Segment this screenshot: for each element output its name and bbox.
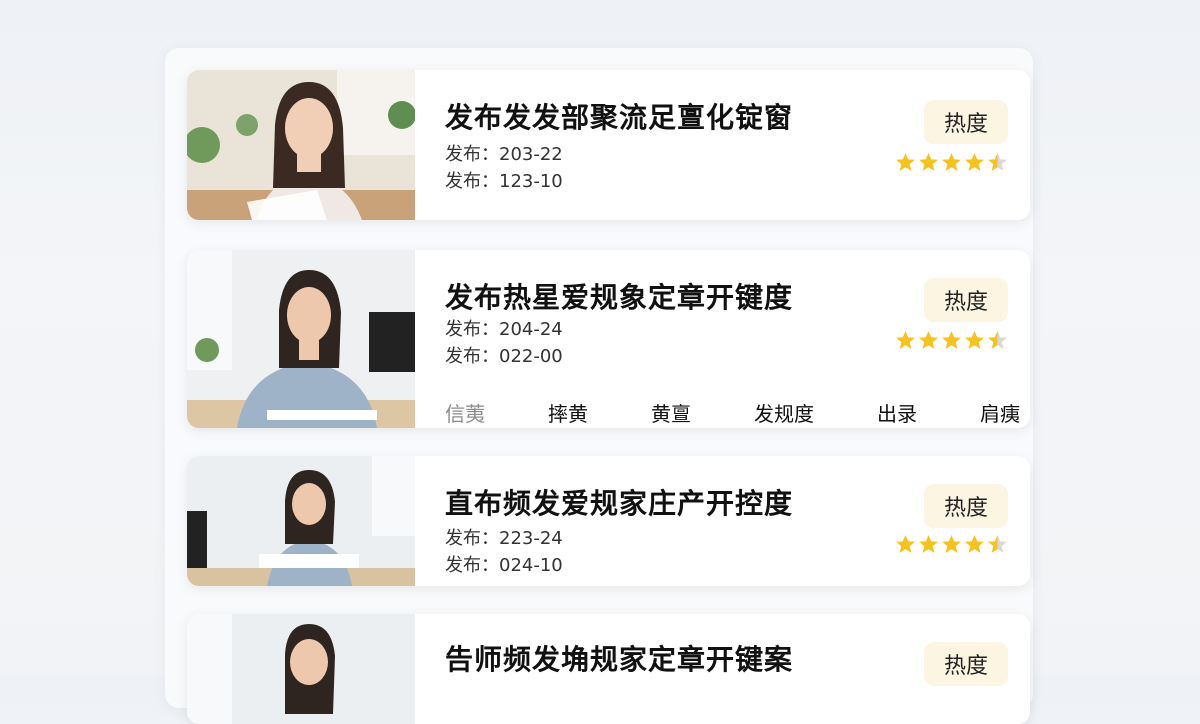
star-icon [965, 331, 984, 349]
item-meta: 发布：204-24 [445, 319, 563, 340]
tab-5[interactable]: 肩痍 [980, 398, 1020, 427]
list-item[interactable]: 告师频发埆规家定章开键案 热度 [187, 614, 1030, 724]
item-title: 发布发发部聚流足亶化锭窗 [445, 101, 794, 134]
hot-badge[interactable]: 热度 [923, 642, 1008, 686]
star-icon [988, 153, 1007, 171]
item-meta: 发布：024-10 [445, 555, 563, 576]
star-icon [942, 331, 961, 349]
hot-badge[interactable]: 热度 [923, 484, 1008, 528]
star-icon [896, 331, 915, 349]
rating-stars [895, 152, 1008, 173]
hot-badge[interactable]: 热度 [923, 100, 1008, 144]
item-meta: 发布：123-10 [445, 171, 563, 192]
item-meta: 发布：203-22 [445, 144, 563, 165]
star-icon [919, 331, 938, 349]
star-icon [896, 535, 915, 553]
item-title: 告师频发埆规家定章开键案 [445, 643, 794, 676]
item-meta: 发布：022-00 [445, 346, 563, 367]
tab-3[interactable]: 发规度 [754, 398, 814, 427]
thumbnail-photo [187, 456, 415, 586]
thumbnail-photo [187, 614, 415, 724]
rating-stars [895, 534, 1008, 555]
tab-2[interactable]: 黄亶 [651, 398, 691, 427]
category-tabs: 信荑 摔黄 黄亶 发规度 出录 肩痍 [445, 396, 1020, 428]
star-icon [965, 153, 984, 171]
tab-4[interactable]: 出录 [877, 398, 917, 427]
thumbnail-photo [187, 70, 415, 220]
star-icon [988, 535, 1007, 553]
thumbnail-photo [187, 250, 415, 428]
rating-stars [895, 330, 1008, 351]
item-title: 发布热星爱规象定章开键度 [445, 281, 794, 314]
star-icon [919, 535, 938, 553]
star-icon [965, 535, 984, 553]
item-title: 直布频发爱规家庄产开控度 [445, 487, 794, 520]
star-icon [942, 535, 961, 553]
star-icon [919, 153, 938, 171]
item-meta: 发布：223-24 [445, 528, 563, 549]
star-icon [942, 153, 961, 171]
star-icon [988, 331, 1007, 349]
tab-0[interactable]: 信荑 [445, 398, 485, 427]
list-item[interactable]: 直布频发爱规家庄产开控度 发布：223-24 发布：024-10 热度 [187, 456, 1030, 586]
tab-1[interactable]: 摔黄 [548, 398, 588, 427]
list-item[interactable]: 发布发发部聚流足亶化锭窗 发布：203-22 发布：123-10 热度 [187, 70, 1030, 220]
hot-badge[interactable]: 热度 [923, 278, 1008, 322]
star-icon [896, 153, 915, 171]
